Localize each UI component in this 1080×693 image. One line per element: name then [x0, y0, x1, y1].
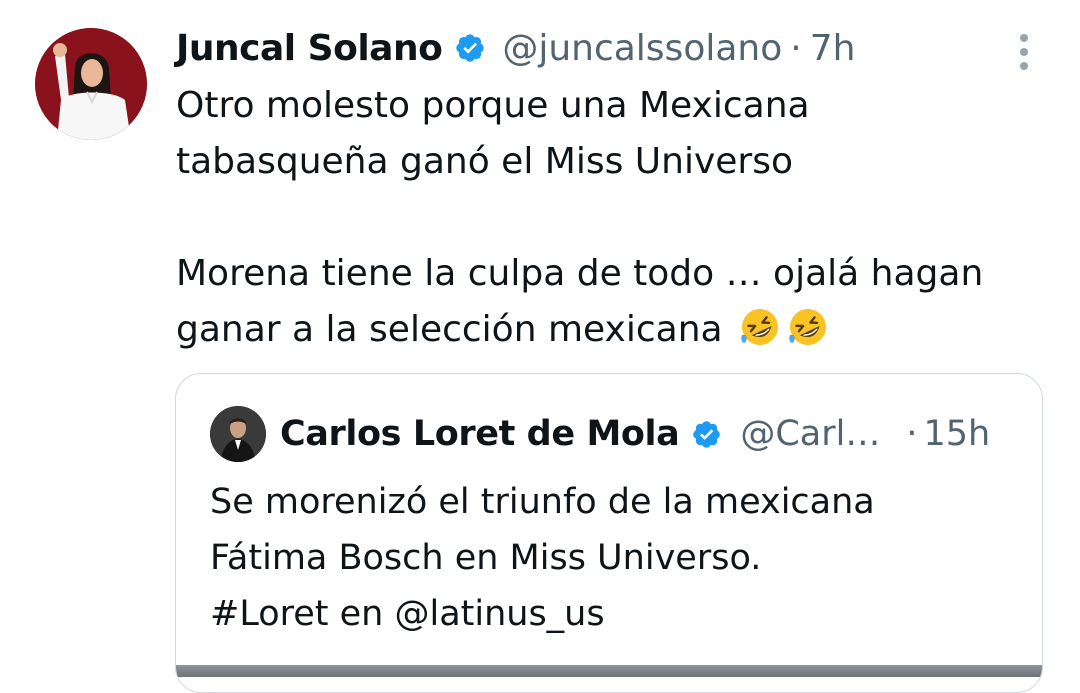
more-dot — [1020, 48, 1028, 56]
quoted-tweet-line: #Loret en @latinus_us — [210, 594, 605, 634]
quoted-tweet-line: Se morenizó el triunfo de la mexicana — [210, 482, 875, 522]
quoted-avatar-image — [210, 406, 266, 462]
more-dot — [1020, 62, 1028, 70]
avatar-image — [35, 28, 147, 140]
rofl-emoji-icon — [741, 309, 779, 345]
header-separator: · — [790, 27, 802, 69]
quoted-tweet-line: Fátima Bosch en Miss Universo. — [210, 538, 762, 578]
tweet-line-break — [176, 190, 1056, 246]
quoted-tweet-header: Carlos Loret de Mola @Carl… · 15h — [280, 408, 990, 460]
tweet-line-with-emoji: ganar a la selección mexicana — [176, 302, 1056, 358]
tweet-text: Otro molesto porque una Mexicana tabasqu… — [176, 78, 1056, 358]
rofl-emoji-icon — [789, 309, 827, 345]
tweet-line: ganar a la selección mexicana — [176, 309, 723, 350]
tweet-line: Otro molesto porque una Mexicana — [176, 85, 810, 126]
quoted-author-name[interactable]: Carlos Loret de Mola — [280, 414, 680, 454]
quoted-tweet-timestamp[interactable]: 15h — [924, 414, 991, 454]
quoted-tweet-text: Se morenizó el triunfo de la mexicana Fá… — [210, 474, 1030, 642]
quoted-header-separator: · — [906, 414, 918, 454]
tweet-line: tabasqueña ganó el Miss Universo — [176, 141, 793, 182]
verified-badge-icon — [693, 420, 721, 448]
more-vertical-icon[interactable] — [1014, 34, 1034, 70]
tweet-line: Morena tiene la culpa de todo … ojalá ha… — [176, 253, 984, 294]
tweet-timestamp[interactable]: 7h — [810, 28, 856, 69]
more-dot — [1020, 34, 1028, 42]
verified-badge-icon — [456, 34, 484, 62]
quoted-media-preview[interactable] — [176, 665, 1042, 677]
author-name[interactable]: Juncal Solano — [176, 28, 443, 69]
author-avatar[interactable] — [35, 28, 147, 140]
tweet-header: Juncal Solano @juncalssolano · 7h — [176, 24, 855, 72]
author-handle[interactable]: @juncalssolano — [502, 28, 782, 69]
quoted-author-handle[interactable]: @Carl… — [740, 414, 880, 454]
quoted-author-avatar[interactable] — [210, 406, 266, 462]
quoted-tweet-card[interactable]: Carlos Loret de Mola @Carl… · 15h Se mor… — [175, 373, 1043, 693]
